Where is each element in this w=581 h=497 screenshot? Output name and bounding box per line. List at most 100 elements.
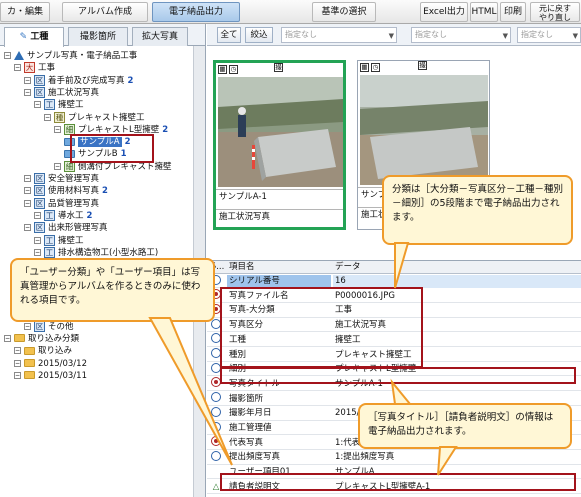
- tree-node[interactable]: − 2015/03/12: [14, 358, 87, 370]
- tree-node[interactable]: − 区その他: [24, 320, 74, 333]
- data-cell[interactable]: プレキャストL型擁壁A-1: [333, 481, 430, 494]
- tree-node-label: 擁壁工: [58, 235, 84, 246]
- grid-row[interactable]: 写真-大分類 工事: [207, 303, 581, 318]
- expand-toggle-icon[interactable]: −: [34, 101, 41, 109]
- tree-node[interactable]: − 細プレキャストL型擁壁 2: [54, 123, 168, 136]
- expand-toggle-icon[interactable]: −: [24, 187, 31, 195]
- html-button[interactable]: HTML: [470, 2, 498, 22]
- tree-node[interactable]: − 種プレキャスト擁壁工: [44, 111, 145, 124]
- edit-button[interactable]: カ・編集: [0, 2, 50, 22]
- data-cell[interactable]: 施工状況写真: [333, 319, 386, 332]
- tree-node[interactable]: − 区出来形管理写真: [24, 222, 108, 234]
- data-cell[interactable]: 1:提出頻度写真: [333, 451, 394, 464]
- standard-select-button[interactable]: 基準の選択: [312, 2, 376, 22]
- tree-node[interactable]: − 大工事: [14, 62, 55, 74]
- expand-toggle-icon[interactable]: −: [14, 359, 21, 367]
- category-tag-icon: 工: [44, 234, 55, 246]
- grid-row[interactable]: 細別 プレキャストL型擁壁: [207, 362, 581, 377]
- expand-toggle-icon[interactable]: −: [14, 64, 21, 72]
- expand-toggle-icon[interactable]: −: [14, 371, 21, 379]
- tab-location[interactable]: 撮影箇所: [68, 27, 128, 46]
- filter-all-button[interactable]: 全て: [217, 27, 241, 43]
- expand-toggle-icon[interactable]: −: [54, 125, 61, 133]
- expand-toggle-icon[interactable]: −: [24, 88, 31, 96]
- expand-toggle-icon[interactable]: −: [24, 199, 31, 207]
- tree-node[interactable]: − 取り込み分類: [4, 333, 79, 345]
- expand-toggle-icon[interactable]: −: [14, 347, 21, 355]
- expand-toggle-icon[interactable]: −: [34, 236, 41, 244]
- tree-node[interactable]: − 区品質管理写真: [24, 197, 99, 210]
- grid-row[interactable]: シリアル番号 16: [207, 274, 581, 289]
- required-mark: [207, 436, 225, 450]
- print-button[interactable]: 印刷: [500, 2, 526, 22]
- tree-node-label: サンプルA: [78, 137, 122, 148]
- filter-select-3[interactable]: 指定なし ▼: [517, 27, 581, 43]
- tree-node[interactable]: − 取り込み: [14, 345, 72, 357]
- data-cell[interactable]: プレキャスト擁壁工: [333, 349, 412, 362]
- tree-node[interactable]: サンプルB 1: [64, 148, 127, 160]
- tree-node[interactable]: − 工擁壁工: [34, 234, 84, 247]
- optional-icon: [211, 362, 221, 373]
- category-tag-icon: 工: [44, 209, 55, 221]
- expand-toggle-icon[interactable]: −: [34, 211, 41, 219]
- category-tag-icon: 工: [44, 246, 55, 258]
- tree-node[interactable]: − 工排水構造物工(小型水路工): [34, 246, 159, 259]
- tab-koushu[interactable]: ✎ 工種: [4, 27, 64, 47]
- data-cell[interactable]: P0000016.JPG: [333, 290, 395, 303]
- tree-node[interactable]: − 区施工状況写真: [24, 86, 99, 99]
- grid-row[interactable]: 写真区分 施工状況写真: [207, 318, 581, 333]
- tree-node-label: 使用材料写真: [48, 186, 100, 197]
- required-icon: [211, 377, 221, 388]
- expand-toggle-icon[interactable]: −: [4, 334, 11, 342]
- grid-row[interactable]: 工種 擁壁工: [207, 333, 581, 348]
- clock-icon: ◷: [229, 65, 238, 74]
- expand-toggle-icon[interactable]: −: [54, 162, 61, 170]
- data-cell[interactable]: 工事: [333, 304, 352, 317]
- grid-row[interactable]: 提出頻度写真 1:提出頻度写真: [207, 450, 581, 465]
- expand-toggle-icon[interactable]: −: [34, 248, 41, 256]
- grid-row[interactable]: 写真タイトル サンプルA-1: [207, 377, 581, 392]
- expand-toggle-icon[interactable]: −: [4, 52, 11, 59]
- album-create-button[interactable]: アルバム作成: [62, 2, 148, 22]
- tab-zoom-photo[interactable]: 拡大写真: [132, 27, 188, 46]
- tree-node[interactable]: − 工擁壁工: [34, 99, 84, 111]
- filter-narrow-button[interactable]: 絞込: [245, 27, 273, 43]
- required-icon: [211, 436, 221, 447]
- expand-toggle-icon[interactable]: −: [24, 322, 31, 330]
- data-cell[interactable]: サンプルA: [333, 466, 375, 479]
- undo-redo-button[interactable]: 元に戻す やり直し: [530, 2, 580, 22]
- tree-node[interactable]: − 工導水工 2: [34, 209, 92, 222]
- expand-toggle-icon[interactable]: −: [24, 224, 31, 232]
- electronic-delivery-button[interactable]: 電子納品出力: [152, 2, 240, 22]
- category-tag-icon: 区: [34, 197, 45, 209]
- data-cell[interactable]: サンプルA-1: [333, 378, 383, 391]
- photo-card[interactable]: ▦ ◷ 撮 サンプルA-1 施工状況写真: [213, 60, 346, 230]
- expand-toggle-icon[interactable]: −: [44, 113, 51, 121]
- category-tag-icon: 区: [34, 173, 45, 184]
- tree-node[interactable]: − 区安全管理写真: [24, 173, 99, 185]
- data-cell[interactable]: プレキャストL型擁壁: [333, 363, 416, 376]
- grid-row[interactable]: △ 請負者説明文 プレキャストL型擁壁A-1: [207, 481, 581, 495]
- data-cell[interactable]: 16: [333, 275, 581, 288]
- tree-node[interactable]: − 区着手前及び完成写真 2: [24, 74, 133, 87]
- tree-node[interactable]: − 2015/03/11: [14, 370, 87, 382]
- grid-row[interactable]: 写真ファイル名 P0000016.JPG: [207, 289, 581, 303]
- filter-select-1[interactable]: 指定なし ▼: [281, 27, 397, 43]
- tree-node-label: 排水構造物工(小型水路工): [58, 247, 159, 258]
- category-tag-icon: 区: [34, 222, 45, 234]
- chevron-down-icon: ▼: [502, 32, 508, 40]
- category-tag-icon: 細: [64, 123, 75, 135]
- tree-node[interactable]: − 細側溝付プレキャスト擁壁: [54, 160, 172, 173]
- grid-row[interactable]: 種別 プレキャスト擁壁工: [207, 348, 581, 362]
- photo-type-icon: 撮: [418, 61, 427, 70]
- excel-output-button[interactable]: Excel出力: [420, 2, 468, 22]
- tree-node[interactable]: − サンプル写真・電子納品工事: [4, 50, 137, 62]
- tree-node[interactable]: サンプルA 2: [64, 136, 130, 148]
- filter-select-2[interactable]: 指定なし ▼: [411, 27, 511, 43]
- redo-label: やり直し: [539, 13, 571, 22]
- expand-toggle-icon[interactable]: −: [24, 175, 31, 182]
- expand-toggle-icon[interactable]: −: [24, 76, 31, 84]
- grid-row[interactable]: ユーザー項目01 サンプルA: [207, 466, 581, 480]
- tree-node[interactable]: − 区使用材料写真 2: [24, 185, 108, 197]
- data-cell[interactable]: 擁壁工: [333, 334, 361, 347]
